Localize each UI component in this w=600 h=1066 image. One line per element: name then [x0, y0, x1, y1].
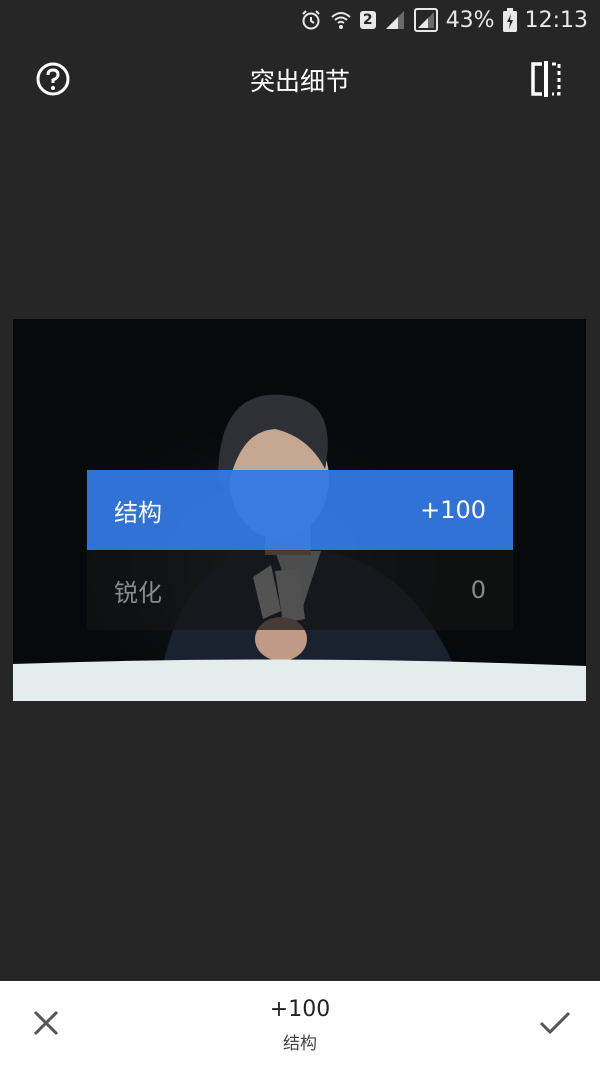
current-value: +100	[269, 997, 331, 1022]
clock: 12:13	[524, 7, 588, 33]
battery-charging-icon	[502, 8, 517, 32]
current-adjustment-label: 结构	[283, 1034, 317, 1054]
status-bar: 2 43% 12:13	[0, 0, 600, 40]
adjustment-value: +100	[420, 496, 486, 524]
check-icon[interactable]	[538, 1009, 572, 1037]
alarm-icon	[301, 10, 320, 30]
bottom-bar: +100 结构	[0, 981, 600, 1066]
signal-icon	[385, 11, 404, 29]
sim2-badge: 2	[359, 11, 376, 29]
signal-icon-2	[413, 8, 438, 32]
page-title: 突出细节	[249, 67, 350, 96]
app-header: 突出细节	[0, 40, 600, 120]
adjustment-item-sharpening[interactable]: 锐化 0	[87, 550, 513, 630]
status-icons: 2 43% 12:13	[300, 4, 588, 36]
compare-icon[interactable]	[528, 60, 564, 98]
adjustment-value: 0	[470, 576, 486, 604]
wifi-icon	[331, 12, 351, 29]
battery-percent: 43%	[445, 7, 495, 33]
adjustment-item-structure[interactable]: 结构 +100	[87, 470, 513, 550]
adjustment-label: 结构	[114, 498, 162, 527]
adjustment-label: 锐化	[114, 578, 162, 607]
